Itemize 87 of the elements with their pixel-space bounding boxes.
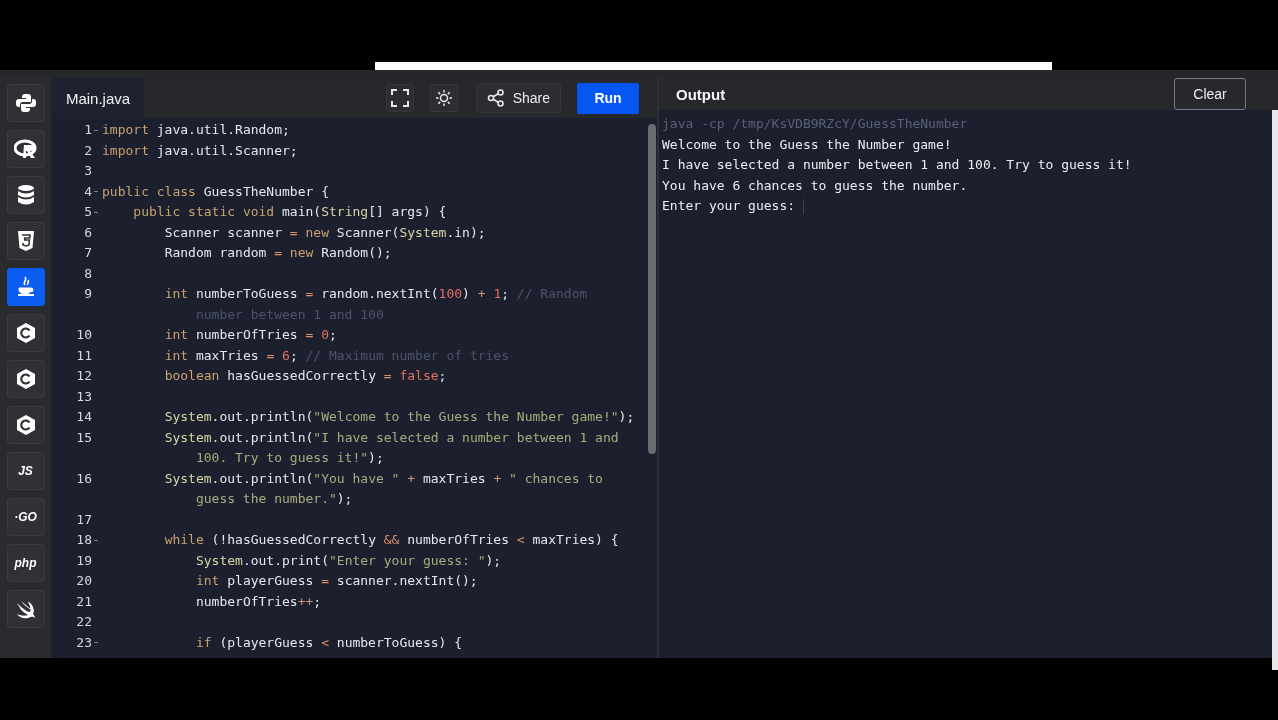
language-button[interactable] <box>6 314 45 352</box>
code-line: System.out.println("You have " + maxTries + " chances to guess the number."); <box>163 469 604 508</box>
line-number: 13 <box>76 387 92 406</box>
code-line: import java.util.Random; <box>102 121 291 139</box>
language-button[interactable] <box>6 268 45 306</box>
snake-icon <box>14 92 37 114</box>
code-line: int numberOfTries = 0; <box>163 326 338 344</box>
database-icon <box>16 184 35 206</box>
line-number: 20 <box>76 572 92 590</box>
line-number: 14 <box>76 408 92 426</box>
scrollbar[interactable] <box>1272 110 1278 670</box>
ring-icon <box>13 139 38 159</box>
fold-marker[interactable] <box>94 211 98 213</box>
line-number: 21 <box>76 592 92 611</box>
output-line: I have selected a number between 1 and 100. Try to guess it! <box>662 156 1133 174</box>
fold-marker[interactable] <box>94 642 98 644</box>
fold-marker[interactable] <box>94 539 98 541</box>
shield-icon <box>16 230 35 252</box>
hexagon-icon <box>15 322 36 344</box>
code-line: int numberToGuess = random.nextInt(100) + 1; // Random number between 1 and 100 <box>163 285 589 324</box>
line-number: 4 <box>84 182 92 201</box>
code-line: public static void main(String[] args) { <box>132 203 448 221</box>
output-line: You have 6 chances to guess the number. <box>662 176 969 195</box>
sun-icon <box>434 89 453 107</box>
language-button[interactable] <box>6 84 45 122</box>
language-button[interactable] <box>6 406 45 444</box>
line-number: 19 <box>76 551 92 570</box>
output-line: Welcome to the Guess the Number game! <box>662 135 953 154</box>
code-line: Scanner scanner = new Scanner(System.in); <box>163 223 487 242</box>
run-button[interactable]: Run <box>577 82 639 114</box>
language-button[interactable] <box>6 222 45 260</box>
line-number: 3 <box>84 162 92 180</box>
fullscreen-icon <box>390 89 409 107</box>
line-number: 16 <box>76 469 92 488</box>
line-number: 6 <box>84 223 92 242</box>
theme-button[interactable] <box>429 84 458 112</box>
code-line: public class GuessTheNumber { <box>102 182 330 201</box>
code-line: boolean hasGuessedCorrectly = false; <box>163 367 448 385</box>
language-button[interactable]: JS <box>6 452 45 490</box>
language-button[interactable] <box>6 176 45 214</box>
line-number: 7 <box>84 244 92 262</box>
output-line: Enter your guess: <box>662 197 796 215</box>
code-line: int playerGuess = scanner.nextInt(); <box>194 572 479 590</box>
fold-marker[interactable] <box>94 129 98 131</box>
bird-icon <box>14 599 37 619</box>
code-line: while (!hasGuessedCorrectly && numberOfTries < maxTries) { <box>163 531 620 549</box>
code-line: numberOfTries++; <box>194 592 323 611</box>
line-number: 5 <box>84 203 92 221</box>
code-line: Random random = new Random(); <box>163 244 393 262</box>
command-line: java -cp /tmp/KsVDB9RZcY/GuessTheNumber <box>662 115 969 133</box>
fullscreen-button[interactable] <box>385 84 414 112</box>
clear-button[interactable]: Clear <box>1174 78 1246 110</box>
language-button[interactable]: ·GO <box>6 498 45 536</box>
line-number: 17 <box>76 510 92 529</box>
line-number: 1 <box>84 121 92 139</box>
line-number: 12 <box>76 367 92 385</box>
language-label: ·GO <box>14 510 37 524</box>
line-number: 9 <box>84 285 92 303</box>
fold-marker[interactable] <box>94 191 98 193</box>
code-line: if (playerGuess < numberToGuess) { <box>194 633 464 652</box>
line-number: 10 <box>76 326 92 344</box>
line-number: 11 <box>76 346 92 365</box>
line-number: 23 <box>76 633 92 652</box>
line-number: 18 <box>76 531 92 549</box>
text-cursor <box>803 198 805 214</box>
language-button[interactable]: php <box>6 544 45 582</box>
code-line: System.out.println("Welcome to the Guess the Number game!"); <box>163 408 636 426</box>
share-button[interactable]: Share <box>475 83 561 113</box>
code-line: System.out.println("I have selected a number between 1 and 100. Try to guess it!"); <box>163 428 620 467</box>
line-number: 15 <box>76 428 92 447</box>
output-title: Output <box>676 85 726 103</box>
file-tab[interactable]: Main.java <box>52 78 144 118</box>
code-line: int maxTries = 6; // Maximum number of tries <box>163 346 511 365</box>
code-line: import java.util.Scanner; <box>102 141 299 160</box>
language-button[interactable] <box>6 130 45 168</box>
line-number: 2 <box>84 141 92 160</box>
code-line: System.out.print("Enter your guess: "); <box>194 551 503 570</box>
cup-icon <box>15 276 36 298</box>
language-button[interactable] <box>6 590 45 628</box>
line-number: 22 <box>76 613 92 631</box>
hexagon-icon <box>15 368 36 390</box>
line-number: 8 <box>84 264 92 283</box>
hexagon-icon <box>15 414 36 436</box>
language-button[interactable] <box>6 360 45 398</box>
language-label: php <box>14 556 37 570</box>
share-icon <box>486 89 505 107</box>
language-label: JS <box>18 464 33 478</box>
